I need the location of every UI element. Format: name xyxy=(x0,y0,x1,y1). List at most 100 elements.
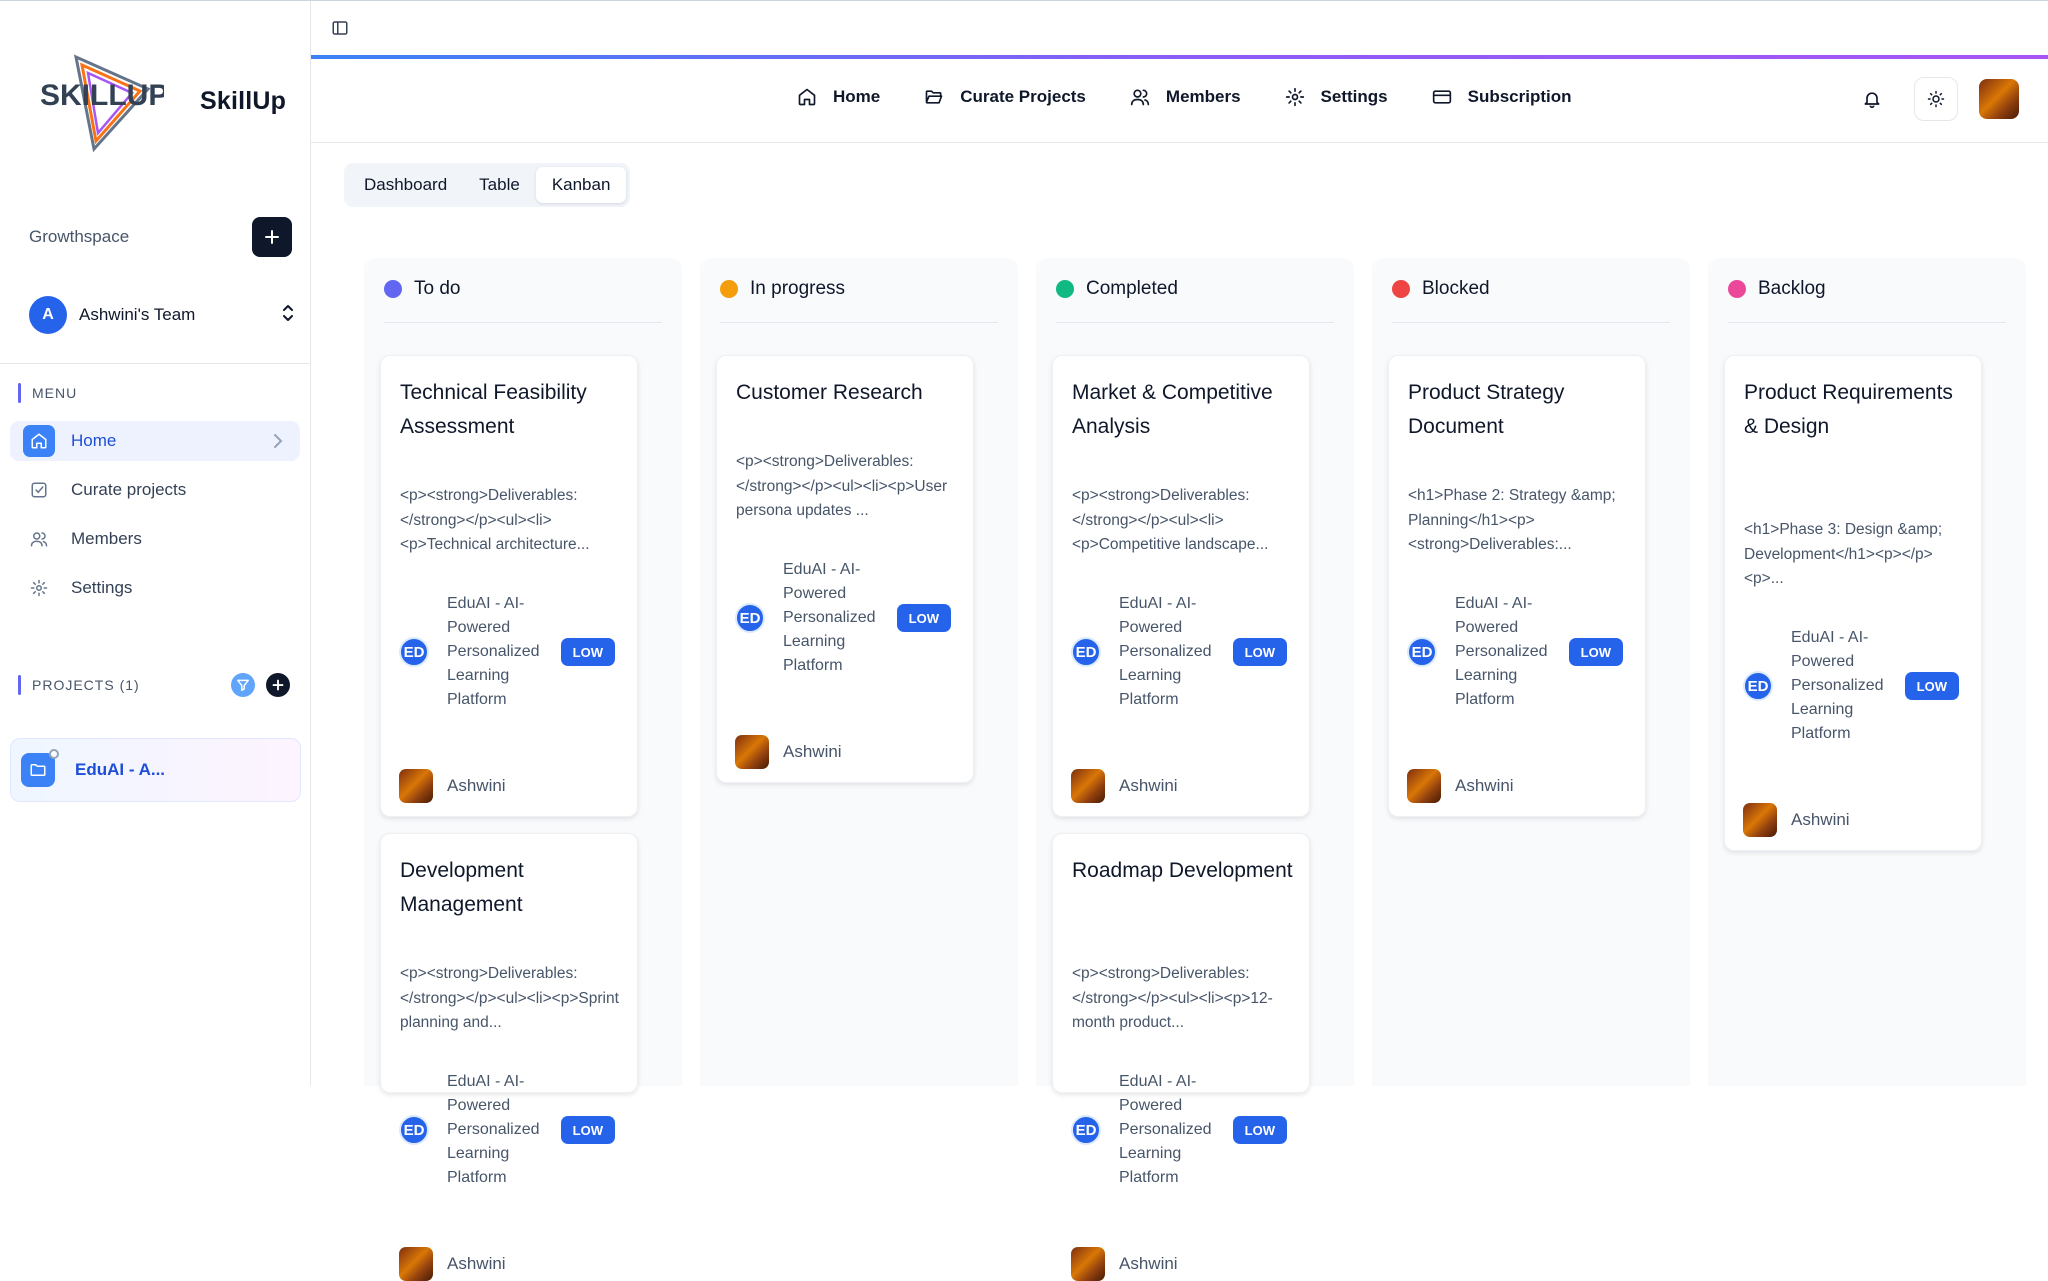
gear-icon xyxy=(1285,87,1304,107)
project-name-line: Powered xyxy=(1119,619,1183,636)
project-name-line: EduAI - AI- xyxy=(1455,595,1533,612)
sidebar-item-settings[interactable]: Settings xyxy=(10,568,300,608)
task-card[interactable]: Development Management <p><strong>Deliver… xyxy=(380,833,638,1281)
project-badge: ED xyxy=(1743,671,1773,701)
project-name-line: EduAI - AI- xyxy=(1119,1073,1197,1090)
nav-label: Home xyxy=(833,87,881,106)
column-divider xyxy=(1728,322,2006,323)
project-name-line: Platform xyxy=(1119,1169,1179,1186)
team-switcher[interactable]: A Ashwini's Team xyxy=(29,295,295,335)
project-name-line: Personalized xyxy=(1455,643,1548,660)
project-name-line: Powered xyxy=(1791,653,1855,670)
project-name-line: Platform xyxy=(1119,691,1179,708)
column-header: In progress xyxy=(720,278,845,300)
sidebar-item-curate-projects[interactable]: Curate projects xyxy=(10,470,300,510)
task-title: Roadmap Development xyxy=(1072,859,1293,882)
task-card[interactable]: Market & Competitive Analysis <p><strong>… xyxy=(1052,355,1310,817)
project-name-line: Learning xyxy=(1119,667,1182,684)
assignee-name: Ashwini xyxy=(783,742,842,761)
sun-icon xyxy=(1927,90,1945,108)
sidebar-toggle-icon xyxy=(332,21,348,35)
task-project: ED EduAI - AI- Powered Personalized Learning… xyxy=(1407,592,1627,712)
plus-icon xyxy=(272,679,284,691)
project-name-line: Learning xyxy=(447,1145,510,1162)
theme-toggle-button[interactable] xyxy=(1914,77,1958,121)
assignee-avatar xyxy=(1743,803,1777,837)
gear-icon xyxy=(23,572,55,604)
home-icon xyxy=(798,88,816,106)
sidebar-item-label: Settings xyxy=(71,578,133,597)
project-name-line: Platform xyxy=(783,657,843,674)
tab-kanban[interactable]: Kanban xyxy=(535,167,627,203)
sidebar-project-item[interactable]: EduAI - A... xyxy=(10,738,301,802)
chevrons-up-down-icon xyxy=(283,305,293,321)
task-card[interactable]: Customer Research <p><strong>Deliverables… xyxy=(716,355,974,783)
assignee-avatar xyxy=(399,769,433,803)
project-name-line: EduAI - AI- xyxy=(783,561,861,578)
task-card[interactable]: Product Strategy Document <h1>Phase 2: St… xyxy=(1388,355,1646,817)
project-name-line: Personalized xyxy=(447,643,540,660)
project-name: EduAI - AI- Powered Personalized Learning Pl… xyxy=(1119,592,1227,712)
column-title: Backlog xyxy=(1758,278,1826,299)
task-title: Product Strategy Document xyxy=(1408,381,1565,438)
sidebar-project-name: EduAI - A... xyxy=(75,760,166,779)
sidebar-item-home[interactable]: Home xyxy=(10,421,300,461)
add-growthspace-button[interactable] xyxy=(252,217,292,257)
task-assignee: Ashwini xyxy=(399,769,506,803)
project-name-line: Learning xyxy=(1791,701,1854,718)
project-badge: ED xyxy=(399,1115,429,1145)
task-card[interactable]: Technical Feasibility Assessment <p><stro… xyxy=(380,355,638,817)
main-header: Home Curate Projects Members Settings Su… xyxy=(311,59,2048,143)
task-card[interactable]: Roadmap Development <p><strong>Deliverabl… xyxy=(1052,833,1310,1281)
task-assignee: Ashwini xyxy=(399,1247,506,1281)
growthspace-label: Growthspace xyxy=(29,227,130,246)
filter-projects-button[interactable] xyxy=(231,673,255,697)
tab-table[interactable]: Table xyxy=(463,167,536,203)
priority-badge: LOW xyxy=(1568,638,1623,666)
task-assignee: Ashwini xyxy=(1407,769,1514,803)
project-badge: ED xyxy=(1407,637,1437,667)
view-tabs: Dashboard Table Kanban xyxy=(344,163,631,207)
nav-settings[interactable]: Settings xyxy=(1285,87,1388,107)
project-badge: ED xyxy=(399,637,429,667)
checkbox-icon xyxy=(23,474,55,506)
task-description: <p><strong>Deliverables:</strong></p><ul… xyxy=(736,453,948,519)
nav-subscription[interactable]: Subscription xyxy=(1432,87,1572,107)
status-dot xyxy=(720,280,738,298)
priority-badge: LOW xyxy=(1904,672,1959,700)
kanban-column: Backlog Product Requirements & Design <h1>… xyxy=(1708,258,2026,1086)
project-name: EduAI - AI- Powered Personalized Learning Pl… xyxy=(447,1070,555,1190)
task-project: ED EduAI - AI- Powered Personalized Learning… xyxy=(1071,1070,1291,1190)
sidebar-item-members[interactable]: Members xyxy=(10,519,300,559)
assignee-avatar xyxy=(1071,769,1105,803)
task-project: ED EduAI - AI- Powered Personalized Learning… xyxy=(399,592,619,712)
nav-home[interactable]: Home xyxy=(797,87,880,107)
column-header: Backlog xyxy=(1728,278,1826,300)
user-avatar[interactable] xyxy=(1979,79,2019,119)
credit-card-icon xyxy=(1432,90,1451,104)
toggle-sidebar-button[interactable] xyxy=(331,19,349,42)
project-name-line: Learning xyxy=(1119,1145,1182,1162)
project-name-line: EduAI - AI- xyxy=(1791,629,1869,646)
tab-dashboard[interactable]: Dashboard xyxy=(348,167,463,203)
project-name-line: Personalized xyxy=(1791,677,1884,694)
home-icon xyxy=(23,425,55,457)
column-title: To do xyxy=(414,278,461,299)
task-title: Product Requirements & Design xyxy=(1744,381,1953,438)
column-title: Completed xyxy=(1086,278,1178,299)
nav-members[interactable]: Members xyxy=(1130,87,1241,107)
kanban-column: To do Technical Feasibility Assessment <p>… xyxy=(364,258,682,1281)
assignee-name: Ashwini xyxy=(1455,776,1514,795)
add-project-button[interactable] xyxy=(266,673,290,697)
project-name-line: Platform xyxy=(1455,691,1515,708)
status-dot xyxy=(384,280,402,298)
task-description: <p><strong>Deliverables:</strong></p><ul… xyxy=(1072,965,1273,1031)
nav-curate-projects[interactable]: Curate Projects xyxy=(924,87,1086,107)
notifications-button[interactable] xyxy=(1862,89,1882,114)
chevron-right-icon xyxy=(274,434,283,448)
main-nav: Home Curate Projects Members Settings Su… xyxy=(797,87,1616,107)
brand-name: SkillUp xyxy=(200,87,287,115)
assignee-name: Ashwini xyxy=(1119,776,1178,795)
task-card[interactable]: Product Requirements & Design <h1>Phase 3… xyxy=(1724,355,1982,851)
team-name: Ashwini's Team xyxy=(79,305,196,324)
